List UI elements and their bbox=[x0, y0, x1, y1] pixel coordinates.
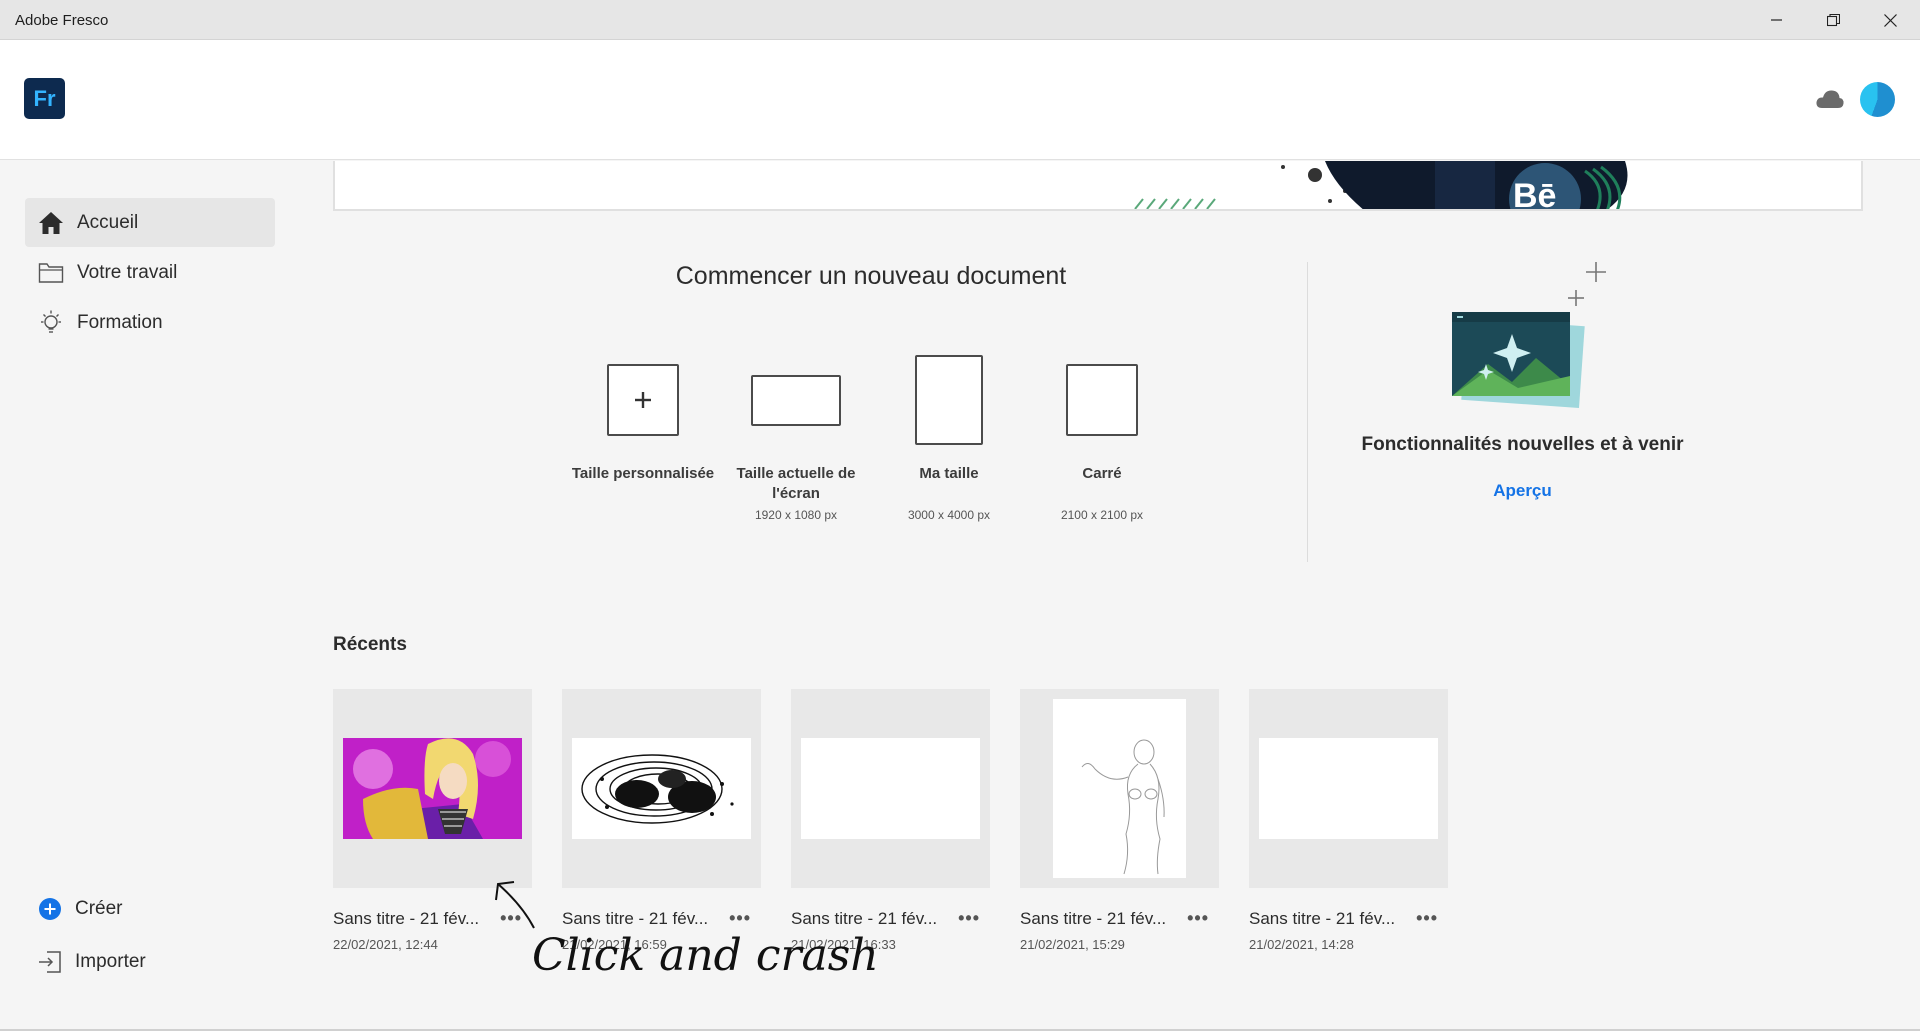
restore-button[interactable] bbox=[1805, 0, 1862, 40]
create-button[interactable]: Créer bbox=[38, 897, 123, 921]
logo-text: Fr bbox=[33, 85, 56, 111]
recents-title: Récents bbox=[333, 634, 407, 655]
preset-name: Taille actuelle de l'écran bbox=[736, 465, 856, 502]
minimize-icon bbox=[1770, 19, 1782, 21]
preset-name: Ma taille bbox=[919, 465, 979, 482]
anime-portrait-thumbnail bbox=[343, 738, 522, 839]
close-button[interactable] bbox=[1862, 0, 1919, 40]
cloud-icon bbox=[1816, 90, 1844, 108]
lightbulb-icon bbox=[25, 309, 77, 337]
more-options-icon[interactable]: ••• bbox=[958, 908, 990, 929]
close-icon bbox=[1884, 13, 1897, 27]
preset-custom-size[interactable]: Taille personnalisée bbox=[568, 350, 718, 488]
document-thumbnail[interactable] bbox=[1020, 689, 1219, 888]
arrow-annotation: Click and crash bbox=[495, 881, 879, 981]
recent-document-card[interactable]: Sans titre - 21 fév... ••• 21/02/2021, 1… bbox=[1249, 689, 1448, 952]
app-header: Fr bbox=[0, 40, 1920, 160]
document-thumbnail[interactable] bbox=[562, 689, 761, 888]
recent-document-card[interactable]: Sans titre - 21 fév... ••• 21/02/2021, 1… bbox=[1020, 689, 1219, 952]
title-bar: Adobe Fresco bbox=[0, 0, 1920, 40]
sidebar-item-label: Accueil bbox=[77, 211, 139, 233]
document-date: 21/02/2021, 14:28 bbox=[1249, 937, 1354, 952]
new-document-title: Commencer un nouveau document bbox=[675, 262, 1067, 290]
preset-size: 3000 x 4000 px bbox=[907, 508, 991, 522]
preset-name: Carré bbox=[1082, 465, 1122, 482]
import-label: Importer bbox=[75, 951, 146, 972]
svg-text:Bē: Bē bbox=[1513, 177, 1556, 211]
sidebar-item-label: Votre travail bbox=[77, 261, 178, 283]
new-features-illustration bbox=[1448, 258, 1618, 423]
document-title: Sans titre - 21 fév... bbox=[1249, 908, 1396, 928]
user-avatar[interactable] bbox=[1860, 82, 1895, 117]
fresco-logo: Fr bbox=[24, 78, 65, 119]
preset-name: Taille personnalisée bbox=[571, 465, 715, 482]
square-canvas-icon bbox=[1066, 364, 1138, 436]
sidebar-item-formation[interactable]: Formation bbox=[25, 298, 275, 347]
document-title: Sans titre - 21 fév... bbox=[333, 908, 480, 928]
create-label: Créer bbox=[75, 898, 123, 919]
annotation-text: Click and crash bbox=[532, 930, 879, 981]
blank-canvas-thumbnail bbox=[1259, 738, 1438, 839]
more-options-icon[interactable]: ••• bbox=[1187, 908, 1219, 929]
new-features-title: Fonctionnalités nouvelles et à venir bbox=[1361, 434, 1684, 455]
folder-icon bbox=[25, 262, 77, 284]
document-thumbnail[interactable] bbox=[333, 689, 532, 888]
preset-size: 1920 x 1080 px bbox=[754, 508, 838, 522]
document-thumbnail[interactable] bbox=[1249, 689, 1448, 888]
handwritten-annotation: Click and crash bbox=[480, 870, 900, 1015]
sidebar-item-votre-travail[interactable]: Votre travail bbox=[25, 248, 275, 297]
document-title: Sans titre - 21 fév... bbox=[1020, 908, 1167, 928]
home-icon bbox=[25, 211, 77, 235]
preset-screen-size[interactable]: Taille actuelle de l'écran 1920 x 1080 p… bbox=[721, 350, 871, 522]
portrait-canvas-icon bbox=[915, 355, 983, 445]
sidebar-item-accueil[interactable]: Accueil bbox=[25, 198, 275, 247]
figure-sketch-thumbnail bbox=[1053, 699, 1186, 878]
promo-banner[interactable]: Bē bbox=[333, 161, 1863, 211]
window-title: Adobe Fresco bbox=[15, 12, 109, 29]
preset-my-size[interactable]: Ma taille 3000 x 4000 px bbox=[874, 350, 1024, 522]
restore-icon bbox=[1827, 13, 1840, 26]
sidebar: Accueil Votre travail Formation Créer Im… bbox=[0, 161, 300, 1031]
preview-link[interactable]: Aperçu bbox=[1330, 481, 1715, 501]
plus-icon bbox=[607, 364, 679, 436]
sidebar-item-label: Formation bbox=[77, 311, 163, 333]
import-button[interactable]: Importer bbox=[38, 950, 146, 974]
document-thumbnail[interactable] bbox=[791, 689, 990, 888]
document-date: 21/02/2021, 15:29 bbox=[1020, 937, 1125, 952]
section-divider bbox=[1307, 262, 1308, 562]
cloud-sync-button[interactable] bbox=[1815, 88, 1845, 115]
preset-square[interactable]: Carré 2100 x 2100 px bbox=[1027, 350, 1177, 522]
minimize-button[interactable] bbox=[1748, 0, 1805, 40]
landscape-canvas-icon bbox=[751, 374, 841, 426]
more-options-icon[interactable]: ••• bbox=[1416, 908, 1448, 929]
plus-circle-icon bbox=[38, 897, 75, 921]
preset-size: 2100 x 2100 px bbox=[1060, 508, 1144, 522]
banner-artwork: Bē bbox=[1134, 161, 1628, 211]
import-icon bbox=[38, 950, 75, 974]
blank-canvas-thumbnail bbox=[801, 738, 980, 839]
ink-pattern-thumbnail bbox=[572, 738, 751, 839]
